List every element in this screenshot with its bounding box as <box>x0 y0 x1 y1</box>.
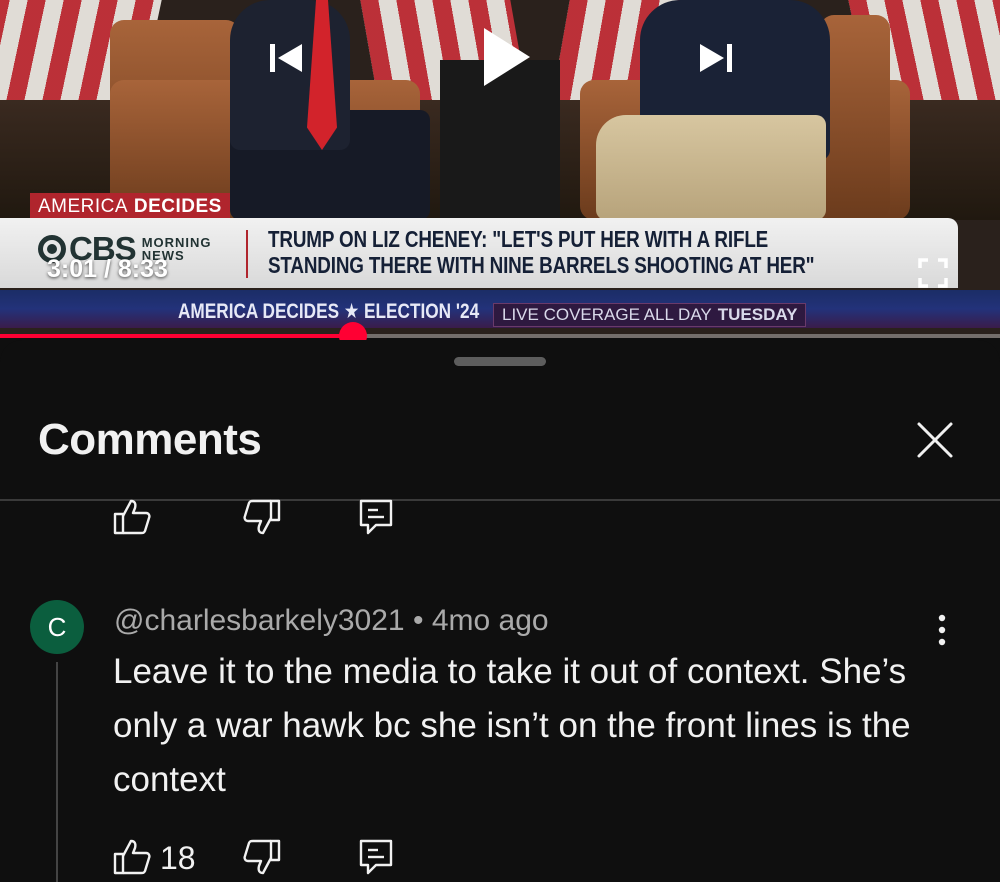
close-icon <box>917 422 953 458</box>
thread-line <box>56 662 58 882</box>
next-video-button[interactable] <box>698 38 734 78</box>
avatar[interactable]: C <box>30 600 84 654</box>
close-button[interactable] <box>913 418 957 462</box>
drag-handle[interactable] <box>454 357 546 366</box>
skip-next-icon <box>700 44 732 72</box>
like-button[interactable] <box>112 497 152 537</box>
reply-icon <box>359 499 393 535</box>
fullscreen-icon <box>918 258 948 288</box>
play-icon <box>484 28 530 86</box>
network-label: AMERICA DECIDES <box>30 193 230 220</box>
fullscreen-button[interactable] <box>917 257 949 289</box>
thumbs-up-icon <box>113 499 151 535</box>
live-coverage-badge: LIVE COVERAGE ALL DAY TUESDAY <box>493 303 807 327</box>
video-progress-bar[interactable] <box>0 322 1000 350</box>
comment-reply-button[interactable] <box>356 837 396 877</box>
previous-video-button[interactable] <box>268 38 304 78</box>
comment-meta: @charlesbarkely3021 • 4mo ago <box>114 604 549 637</box>
comment-more-button[interactable] <box>928 610 956 650</box>
video-player[interactable]: AMERICA DECIDES CBS MORNING NEWS TRUMP O… <box>0 0 1000 338</box>
comment-text: Leave it to the media to take it out of … <box>113 652 911 799</box>
play-button[interactable] <box>480 26 532 88</box>
reply-icon <box>359 839 393 875</box>
thumbs-up-icon <box>113 839 151 875</box>
progress-played <box>0 334 353 338</box>
dislike-button[interactable] <box>242 497 282 537</box>
thumbs-down-icon <box>243 839 281 875</box>
comment-author[interactable]: @charlesbarkely3021 <box>114 604 405 637</box>
skip-previous-icon <box>270 44 302 72</box>
comment-dislike-button[interactable] <box>242 837 282 877</box>
reply-button[interactable] <box>356 497 396 537</box>
comments-panel: Comments C @charlesbarkely3021 • 4mo ago <box>0 340 1000 882</box>
news-headline: TRUMP ON LIZ CHENEY: "LET'S PUT HER WITH… <box>268 226 815 278</box>
time-display: 3:01 / 8:33 <box>47 255 168 283</box>
like-count: 18 <box>160 840 196 876</box>
panel-title: Comments <box>38 415 262 464</box>
thumbs-down-icon <box>243 499 281 535</box>
comment-like-button[interactable] <box>112 837 152 877</box>
comment-time: 4mo ago <box>431 604 549 637</box>
news-ticker: AMERICA DECIDES ★ ELECTION '24 LIVE COVE… <box>0 290 1000 328</box>
more-vertical-icon <box>938 614 946 646</box>
